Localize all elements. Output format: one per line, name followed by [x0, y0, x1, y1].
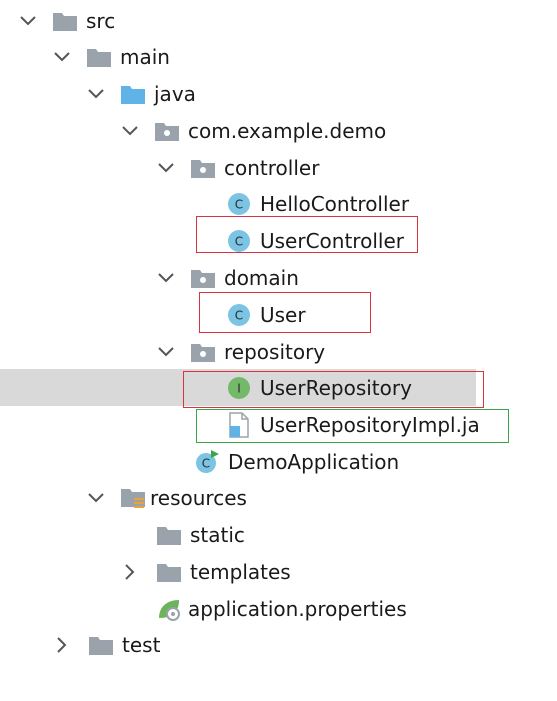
- package-icon: [154, 118, 180, 144]
- tree-label: java: [154, 81, 196, 106]
- chevron-down-icon[interactable]: [84, 82, 108, 106]
- class-icon: C: [226, 191, 252, 217]
- tree-node-templates[interactable]: templates: [0, 553, 557, 590]
- tree-label: controller: [224, 155, 320, 180]
- tree-label: HelloController: [260, 191, 410, 216]
- tree-node-user[interactable]: C User: [0, 296, 557, 333]
- svg-text:C: C: [235, 308, 243, 322]
- tree-label: repository: [224, 339, 326, 364]
- tree-node-src[interactable]: src: [0, 2, 557, 39]
- tree-node-user-repository-impl[interactable]: UserRepositoryImpl.ja: [0, 406, 557, 443]
- tree-node-user-controller[interactable]: C UserController: [0, 222, 557, 259]
- tree-node-package[interactable]: com.example.demo: [0, 112, 557, 149]
- tree-node-user-repository[interactable]: I UserRepository: [0, 369, 476, 406]
- tree-node-main[interactable]: main: [0, 38, 557, 75]
- chevron-right-icon[interactable]: [118, 560, 142, 584]
- tree-node-hello-controller[interactable]: C HelloController: [0, 185, 557, 222]
- tree-node-java[interactable]: java: [0, 75, 557, 112]
- class-icon: C: [226, 302, 252, 328]
- svg-text:C: C: [202, 456, 210, 470]
- package-icon: [190, 339, 216, 365]
- chevron-down-icon[interactable]: [50, 45, 74, 69]
- chevron-down-icon[interactable]: [16, 9, 40, 33]
- tree-node-static[interactable]: static: [0, 516, 557, 553]
- folder-icon: [52, 8, 78, 34]
- folder-icon: [156, 522, 182, 548]
- tree-label: src: [86, 8, 116, 33]
- package-icon: [190, 265, 216, 291]
- tree-node-controller[interactable]: controller: [0, 149, 557, 186]
- svg-text:C: C: [235, 197, 243, 211]
- tree-label: test: [122, 632, 161, 657]
- tree-label: DemoApplication: [228, 449, 400, 474]
- folder-icon: [86, 44, 112, 70]
- tree-label: resources: [150, 485, 247, 510]
- spring-boot-class-icon: C: [194, 449, 220, 475]
- java-file-icon: [226, 411, 252, 438]
- tree-node-domain[interactable]: domain: [0, 259, 557, 296]
- class-icon: C: [226, 228, 252, 254]
- tree-label: UserRepositoryImpl.ja: [260, 412, 480, 437]
- tree-node-repository[interactable]: repository: [0, 333, 557, 370]
- chevron-down-icon[interactable]: [154, 156, 178, 180]
- tree-label: templates: [190, 559, 291, 584]
- chevron-down-icon[interactable]: [154, 340, 178, 364]
- package-icon: [190, 155, 216, 181]
- chevron-right-icon[interactable]: [50, 633, 74, 657]
- svg-text:I: I: [237, 381, 241, 395]
- tree-label: static: [190, 522, 245, 547]
- tree-label: domain: [224, 265, 299, 290]
- tree-label: UserController: [260, 228, 404, 253]
- chevron-down-icon[interactable]: [118, 119, 142, 143]
- folder-icon: [156, 559, 182, 585]
- spring-properties-icon: [156, 596, 182, 622]
- chevron-down-icon[interactable]: [154, 266, 178, 290]
- tree-node-application-properties[interactable]: application.properties: [0, 590, 557, 627]
- svg-text:C: C: [235, 234, 243, 248]
- resources-folder-icon: [120, 485, 146, 511]
- tree-node-resources[interactable]: resources: [0, 479, 557, 516]
- interface-icon: I: [226, 375, 252, 401]
- tree-node-demo-application[interactable]: C DemoApplication: [0, 443, 557, 480]
- project-tree: src main java com.example.demo controlle…: [0, 0, 557, 701]
- tree-label: UserRepository: [260, 375, 412, 400]
- chevron-down-icon[interactable]: [84, 486, 108, 510]
- tree-label: User: [260, 302, 306, 327]
- tree-node-test[interactable]: test: [0, 626, 557, 663]
- tree-label: com.example.demo: [188, 118, 387, 143]
- tree-label: application.properties: [188, 596, 407, 621]
- tree-label: main: [120, 44, 170, 69]
- source-folder-icon: [120, 81, 146, 107]
- folder-icon: [88, 632, 114, 658]
